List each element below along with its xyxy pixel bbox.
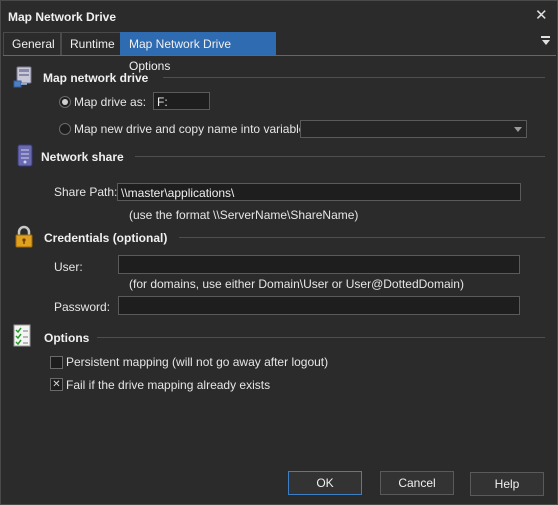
user-label: User: xyxy=(54,260,83,274)
cancel-button[interactable]: Cancel xyxy=(380,471,454,495)
window-title: Map Network Drive xyxy=(8,10,117,24)
tab-general[interactable]: General xyxy=(3,32,61,55)
fail-if-exists-checkbox[interactable]: ✕ xyxy=(50,378,63,391)
share-path-input[interactable]: \\master\applications\ xyxy=(117,183,521,201)
section-title-map-drive: Map network drive xyxy=(43,71,149,85)
checklist-icon xyxy=(13,324,31,347)
password-label: Password: xyxy=(54,300,111,314)
chevron-down-icon xyxy=(514,127,522,132)
map-drive-as-label: Map drive as: xyxy=(74,95,147,109)
section-divider xyxy=(97,337,545,338)
drive-letter-input[interactable]: F: xyxy=(153,92,210,110)
tab-map-network-drive-options[interactable]: Map Network Drive Options xyxy=(120,32,276,73)
help-button[interactable]: Help xyxy=(470,472,544,496)
section-title-options: Options xyxy=(44,331,90,345)
variable-select[interactable] xyxy=(300,120,527,138)
persistent-mapping-checkbox[interactable] xyxy=(50,356,63,369)
password-input[interactable] xyxy=(118,296,520,315)
section-divider xyxy=(179,237,545,238)
tab-strip: General Runtime Map Network Drive Option… xyxy=(3,32,556,73)
section-divider xyxy=(135,156,545,157)
user-input[interactable] xyxy=(118,255,520,274)
tab-runtime[interactable]: Runtime xyxy=(61,32,121,55)
network-drive-icon xyxy=(13,66,32,88)
tab-menu-icon[interactable] xyxy=(541,36,551,45)
map-drive-as-radio[interactable] xyxy=(59,96,71,108)
close-icon[interactable]: ✕ xyxy=(535,6,548,24)
share-path-hint: (use the format \\ServerName\ShareName) xyxy=(129,208,359,222)
server-icon xyxy=(17,144,33,167)
lock-icon xyxy=(15,225,33,248)
map-new-drive-radio[interactable] xyxy=(59,123,71,135)
ok-button[interactable]: OK xyxy=(288,471,362,495)
share-path-label: Share Path: xyxy=(54,185,118,199)
fail-if-exists-label: Fail if the drive mapping already exists xyxy=(66,378,271,392)
user-hint: (for domains, use either Domain\User or … xyxy=(129,277,464,291)
section-title-credentials: Credentials (optional) xyxy=(44,231,168,245)
section-title-network-share: Network share xyxy=(41,150,124,164)
title-bar: Map Network Drive ✕ xyxy=(1,1,557,31)
map-new-drive-label: Map new drive and copy name into variabl… xyxy=(74,122,309,136)
persistent-mapping-label: Persistent mapping (will not go away aft… xyxy=(66,355,329,369)
dialog-window: Map Network Drive ✕ General Runtime Map … xyxy=(0,0,558,505)
section-divider xyxy=(163,77,545,78)
